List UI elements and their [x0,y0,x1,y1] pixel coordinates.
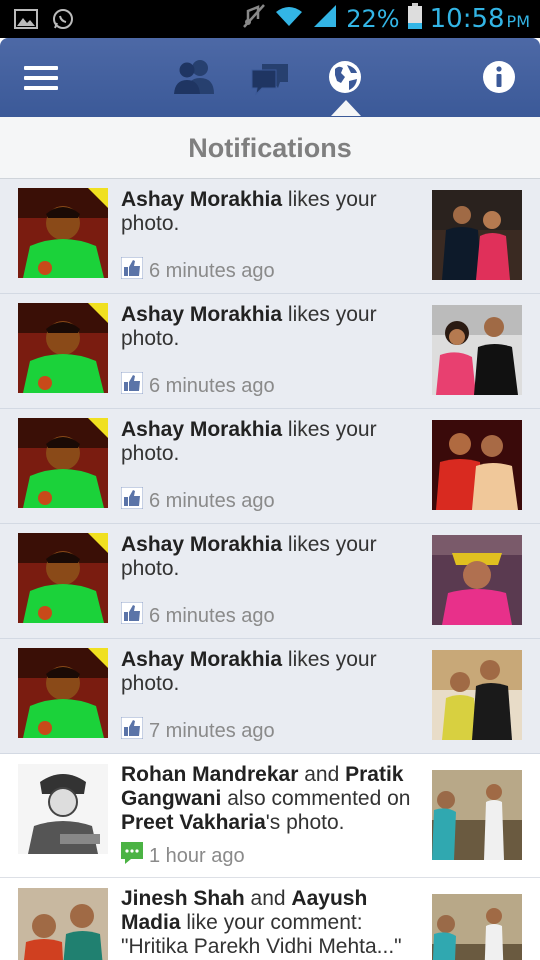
menu-icon[interactable] [24,64,58,97]
like-icon [120,371,144,400]
photo-thumbnail [432,535,522,625]
avatar [18,188,108,278]
notification-meta: 1 hour ago [121,842,245,870]
notification-text: Ashay Morakhia likes your photo. [121,533,377,580]
timestamp: 6 minutes ago [149,374,275,397]
timestamp: 6 minutes ago [149,259,275,282]
notification-item[interactable]: Ashay Morakhia likes your photo. 6 minut… [0,294,540,409]
notification-meta: 6 minutes ago [120,256,275,285]
notification-item[interactable]: Ashay Morakhia likes your photo. 6 minut… [0,179,540,294]
notification-list: Ashay Morakhia likes your photo. 6 minut… [0,179,540,960]
active-tab-caret [331,100,361,116]
notification-meta: 6 minutes ago [120,601,275,630]
page-header: Notifications [0,117,540,179]
avatar [18,764,108,854]
gallery-icon [14,8,38,35]
messages-icon[interactable] [250,60,290,101]
wifi-icon [274,4,304,33]
avatar [18,303,108,393]
battery-icon [407,3,422,34]
notification-item[interactable]: Rohan Mandrekar and Pratik Gangwani also… [0,754,540,878]
top-navigation-bar [0,38,540,118]
photo-thumbnail [432,650,522,740]
notification-item[interactable]: Ashay Morakhia likes your photo. 6 minut… [0,524,540,639]
avatar [18,888,108,960]
timestamp: 1 hour ago [149,844,245,867]
notification-text: Rohan Mandrekar and Pratik Gangwani also… [121,763,411,834]
mute-icon [242,3,266,34]
whatsapp-icon [52,8,74,35]
timestamp: 6 minutes ago [149,489,275,512]
photo-thumbnail [432,770,522,860]
notification-item[interactable]: Jinesh Shah and Aayush Madia like your c… [0,878,540,960]
friend-requests-icon[interactable] [172,58,216,101]
notification-text: Ashay Morakhia likes your photo. [121,418,377,465]
notification-text: Jinesh Shah and Aayush Madia like your c… [121,887,402,958]
photo-thumbnail [432,420,522,510]
notification-meta: 6 minutes ago [120,486,275,515]
clock: 10:58 PM [429,3,530,34]
notification-text: Ashay Morakhia likes your photo. [121,188,377,235]
avatar [18,418,108,508]
notifications-globe-icon[interactable] [327,59,363,100]
avatar [18,648,108,738]
like-icon [120,601,144,630]
avatar [18,533,108,623]
photo-thumbnail [432,305,522,395]
notification-text: Ashay Morakhia likes your photo. [121,648,377,695]
notification-meta: 7 minutes ago [120,716,275,745]
battery-percent: 22% [346,4,400,33]
timestamp: 6 minutes ago [149,604,275,627]
notification-item[interactable]: Ashay Morakhia likes your photo. 6 minut… [0,409,540,524]
notification-text: Ashay Morakhia likes your photo. [121,303,377,350]
like-icon [120,256,144,285]
page-title: Notifications [188,133,352,163]
notification-item[interactable]: Ashay Morakhia likes your photo. 7 minut… [0,639,540,754]
like-icon [120,716,144,745]
notification-meta: 6 minutes ago [120,371,275,400]
timestamp: 7 minutes ago [149,719,275,742]
photo-thumbnail [432,894,522,960]
signal-icon [312,3,338,34]
like-icon [120,486,144,515]
info-icon[interactable] [482,60,516,99]
photo-thumbnail [432,190,522,280]
status-bar: 22% 10:58 PM [0,0,540,38]
comment-icon [121,842,143,870]
